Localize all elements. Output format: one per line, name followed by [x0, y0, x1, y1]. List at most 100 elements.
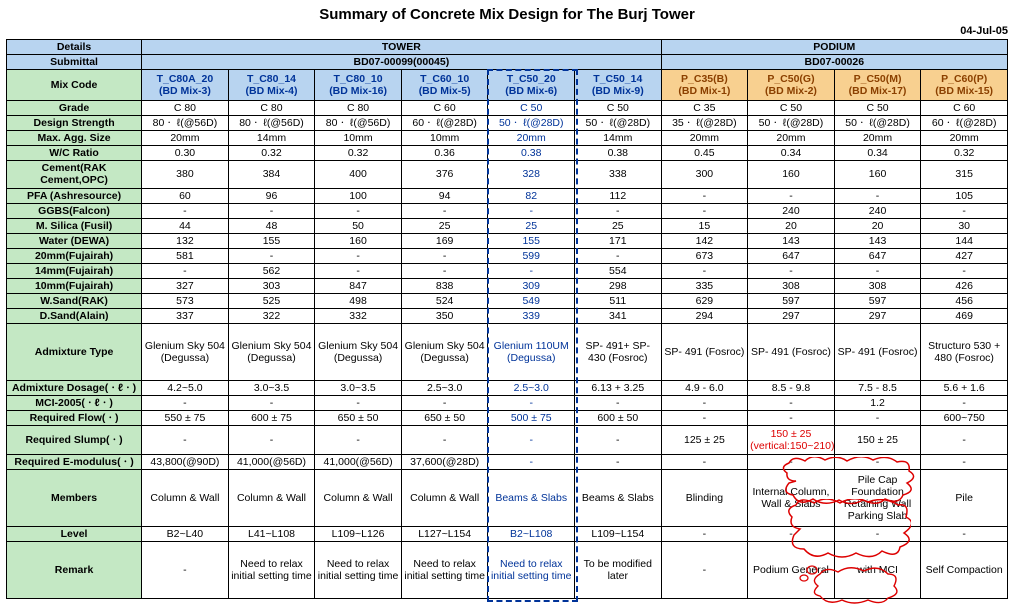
cell: Glenium Sky 504 (Degussa) [228, 324, 315, 381]
cell: Glenium 110UM (Degussa) [488, 324, 575, 381]
cell: 647 [834, 248, 921, 263]
cell: 597 [748, 293, 835, 308]
cell: 44 [142, 218, 229, 233]
mixcode-2: T_C80_10(BD Mix-16) [315, 70, 402, 101]
cell: Column & Wall [228, 470, 315, 527]
cell: 144 [921, 233, 1008, 248]
cell: - [834, 455, 921, 470]
cell: 125 ± 25 [661, 426, 748, 455]
cell: 150 ± 25(vertical:150~210) [748, 426, 835, 455]
cell: 160 [315, 233, 402, 248]
cell: 80ㆍ ℓ(@56D) [228, 116, 315, 131]
row-label: 14mm(Fujairah) [7, 263, 142, 278]
cell: - [834, 263, 921, 278]
cell: - [661, 455, 748, 470]
cell: - [834, 188, 921, 203]
cell: - [748, 527, 835, 542]
table-body: GradeC 80C 80C 80C 60C 50C 50C 35C 50C 5… [7, 101, 1008, 599]
row-label: Admixture Type [7, 324, 142, 381]
cell: 60ㆍ ℓ(@28D) [401, 116, 488, 131]
cell: - [661, 411, 748, 426]
cell: - [921, 455, 1008, 470]
cell: 597 [834, 293, 921, 308]
cell: 298 [575, 278, 662, 293]
cell: 8.5 - 9.8 [748, 381, 835, 396]
mixcode-7: P_C50(G)(BD Mix-2) [748, 70, 835, 101]
cell: - [575, 248, 662, 263]
hdr-sub-podium: BD07-00026 [661, 55, 1007, 70]
row-label: Water (DEWA) [7, 233, 142, 248]
cell: 25 [575, 218, 662, 233]
cell: Podium General [748, 542, 835, 599]
cell: C 50 [488, 101, 575, 116]
mixcode-4: T_C50_20(BD Mix-6) [488, 70, 575, 101]
cell: Need to relax initial setting time [488, 542, 575, 599]
row-label: Required Flow(ㆍ) [7, 411, 142, 426]
row-label: 10mm(Fujairah) [7, 278, 142, 293]
table-row: Admixture Dosage(ㆍℓㆍ)4.2~5.03.0~3.53.0~3… [7, 381, 1008, 396]
cell: 80ㆍ ℓ(@56D) [142, 116, 229, 131]
cell: 50ㆍ ℓ(@28D) [575, 116, 662, 131]
cell: 240 [748, 203, 835, 218]
cell: 48 [228, 218, 315, 233]
table-row: Max. Agg. Size20mm14mm10mm10mm20mm14mm20… [7, 131, 1008, 146]
cell: C 50 [575, 101, 662, 116]
row-label: Level [7, 527, 142, 542]
cell: - [575, 203, 662, 218]
row-label: W.Sand(RAK) [7, 293, 142, 308]
cell: 50 [315, 218, 402, 233]
cell: Pile Cap Foundation Retaining Wall Parki… [834, 470, 921, 527]
cell: 142 [661, 233, 748, 248]
cell: 0.32 [921, 146, 1008, 161]
cell: - [142, 203, 229, 218]
cell: 341 [575, 309, 662, 324]
cell: 599 [488, 248, 575, 263]
cell: 0.32 [315, 146, 402, 161]
cell: 10mm [401, 131, 488, 146]
cell: 240 [834, 203, 921, 218]
cell: 20 [748, 218, 835, 233]
cell: 1.2 [834, 396, 921, 411]
cell: To be modified later [575, 542, 662, 599]
cell: 549 [488, 293, 575, 308]
table-row: D.Sand(Alain)337322332350339341294297297… [7, 309, 1008, 324]
cell: - [661, 203, 748, 218]
hdr-tower: TOWER [142, 40, 661, 55]
cell: C 35 [661, 101, 748, 116]
cell: 20mm [748, 131, 835, 146]
cell: 550 ± 75 [142, 411, 229, 426]
cell: C 50 [748, 101, 835, 116]
cell: 155 [488, 233, 575, 248]
row-label: Design Strength [7, 116, 142, 131]
cell: 300 [661, 161, 748, 188]
table-row: W.Sand(RAK)57352549852454951162959759745… [7, 293, 1008, 308]
cell: 60 [142, 188, 229, 203]
cell: 456 [921, 293, 1008, 308]
cell: 332 [315, 309, 402, 324]
cell: 328 [488, 161, 575, 188]
cell: SP- 491 (Fosroc) [748, 324, 835, 381]
cell: 500 ± 75 [488, 411, 575, 426]
cell: 25 [401, 218, 488, 233]
mixcode-1: T_C80_14(BD Mix-4) [228, 70, 315, 101]
cell: L109~L126 [315, 527, 402, 542]
mixcode-3: T_C60_10(BD Mix-5) [401, 70, 488, 101]
cell: Glenium Sky 504 (Degussa) [142, 324, 229, 381]
cell: 7.5 - 8.5 [834, 381, 921, 396]
cell: SP- 491 (Fosroc) [661, 324, 748, 381]
cell: Beams & Slabs [488, 470, 575, 527]
row-label: M. Silica (Fusil) [7, 218, 142, 233]
cell: 309 [488, 278, 575, 293]
cell: 41,000(@56D) [228, 455, 315, 470]
table-row: Cement(RAK Cement,OPC)380384400376328338… [7, 161, 1008, 188]
cell: 600 ± 75 [228, 411, 315, 426]
cell: C 60 [921, 101, 1008, 116]
cell: 315 [921, 161, 1008, 188]
cell: 0.36 [401, 146, 488, 161]
cell: - [748, 455, 835, 470]
hdr-mixcode: Mix Code [7, 70, 142, 101]
cell: C 60 [401, 101, 488, 116]
cell: 673 [661, 248, 748, 263]
cell: 384 [228, 161, 315, 188]
cell: - [661, 263, 748, 278]
